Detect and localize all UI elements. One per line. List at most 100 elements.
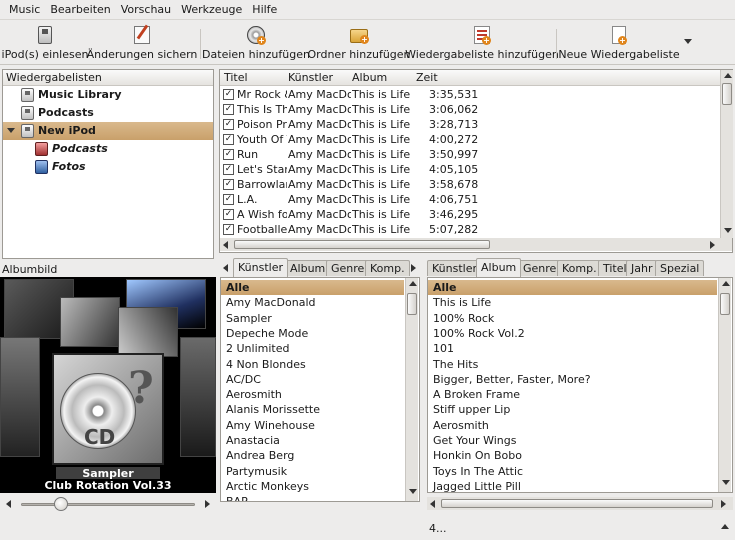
table-row[interactable]: ✓Mr Rock & RollAmy MacDonaldThis is Life… xyxy=(220,87,717,102)
tab-filter2-6[interactable]: Spezial xyxy=(655,260,705,276)
table-row[interactable]: ✓Youth Of TodayAmy MacDonaldThis is Life… xyxy=(220,132,717,147)
tab-filter2-3[interactable]: Komp. xyxy=(557,260,602,276)
scroll-thumb[interactable] xyxy=(720,293,730,315)
list-item[interactable]: Bigger, Better, Faster, More? xyxy=(428,372,717,387)
cover-prev-icon[interactable] xyxy=(6,500,11,508)
list-item[interactable]: Stiff upper Lip xyxy=(428,402,717,417)
playlist-item-fotos[interactable]: Fotos xyxy=(3,158,213,176)
tab-filter2-2[interactable]: Genre xyxy=(518,260,562,276)
filter1-vscrollbar[interactable] xyxy=(405,278,418,501)
list-item[interactable]: Partymusik xyxy=(221,464,404,479)
list-item[interactable]: A Broken Frame xyxy=(428,387,717,402)
scroll-right-icon[interactable] xyxy=(710,241,715,249)
track-checkbox[interactable]: ✓ xyxy=(223,89,234,100)
track-checkbox[interactable]: ✓ xyxy=(223,134,234,145)
track-hscrollbar[interactable] xyxy=(220,238,732,251)
track-checkbox[interactable]: ✓ xyxy=(223,194,234,205)
list-item[interactable]: This is Life xyxy=(428,295,717,310)
list-item[interactable]: Jagged Little Pill xyxy=(428,479,717,492)
table-row[interactable]: ✓Footballer's WifeAmy MacDonaldThis is L… xyxy=(220,222,717,237)
toolbar-overflow-arrow-icon[interactable] xyxy=(684,39,692,44)
playlist-item-music-library[interactable]: Music Library xyxy=(3,86,213,104)
track-checkbox[interactable]: ✓ xyxy=(223,119,234,130)
column-title[interactable]: Titel xyxy=(224,70,248,85)
scroll-left-icon[interactable] xyxy=(223,241,228,249)
list-item[interactable]: Amy Winehouse xyxy=(221,418,404,433)
scroll-thumb[interactable] xyxy=(722,83,732,105)
tab-filter1-3[interactable]: Komp. xyxy=(365,260,410,276)
status-expand-icon[interactable] xyxy=(721,524,729,529)
tab-filter2-5[interactable]: Jahr xyxy=(626,260,658,276)
save-changes-button[interactable]: Änderungen sichern xyxy=(87,23,197,63)
table-row[interactable]: ✓Let's Start A BandAmy MacDonaldThis is … xyxy=(220,162,717,177)
list-item[interactable]: Arctic Monkeys xyxy=(221,479,404,494)
list-item[interactable]: 101 xyxy=(428,341,717,356)
scroll-thumb[interactable] xyxy=(407,293,417,315)
expander-down-icon[interactable] xyxy=(7,128,15,133)
list-item[interactable]: Toys In The Attic xyxy=(428,464,717,479)
list-item[interactable]: Anastacia xyxy=(221,433,404,448)
table-row[interactable]: ✓This Is The LifeAmy MacDonaldThis is Li… xyxy=(220,102,717,117)
tab-filter2-0[interactable]: Künstler xyxy=(427,260,482,276)
table-row[interactable]: ✓Poison PrinceAmy MacDonaldThis is Life 3… xyxy=(220,117,717,132)
playlist-item-ipod-podcasts[interactable]: Podcasts xyxy=(3,140,213,158)
track-checkbox[interactable]: ✓ xyxy=(223,149,234,160)
list-item[interactable]: Andrea Berg xyxy=(221,448,404,463)
list-item[interactable]: 2 Unlimited xyxy=(221,341,404,356)
scroll-thumb[interactable] xyxy=(234,240,490,249)
scroll-down-icon[interactable] xyxy=(724,228,732,233)
table-row[interactable]: ✓Run Amy MacDonaldThis is Life 3:50,997 xyxy=(220,147,717,162)
scroll-up-icon[interactable] xyxy=(722,281,730,286)
list-item[interactable]: Depeche Mode xyxy=(221,326,404,341)
list-item[interactable]: The Hits xyxy=(428,357,717,372)
list-item[interactable]: Honkin On Bobo xyxy=(428,448,717,463)
track-checkbox[interactable]: ✓ xyxy=(223,104,234,115)
list-item[interactable]: Get Your Wings xyxy=(428,433,717,448)
filter2-vscrollbar[interactable] xyxy=(718,278,731,492)
menu-hilfe[interactable]: Hilfe xyxy=(247,3,282,16)
tab-filter1-2[interactable]: Genre xyxy=(326,260,370,276)
scroll-down-icon[interactable] xyxy=(409,489,417,494)
table-row[interactable]: ✓A Wish for Something MoreAmy MacDonaldT… xyxy=(220,207,717,222)
column-album[interactable]: Album xyxy=(352,70,387,85)
new-playlist-button[interactable]: + Neue Wiedergabeliste xyxy=(558,23,680,63)
playlist-header[interactable]: Wiedergabelisten xyxy=(3,70,213,86)
track-vscrollbar[interactable] xyxy=(720,70,733,238)
cover-slider-track[interactable] xyxy=(21,503,195,506)
add-folder-button[interactable]: + Ordner hinzufügen xyxy=(307,23,411,63)
list-item[interactable]: Alle xyxy=(221,280,404,295)
ipod-read-button[interactable]: iPod(s) einlesen xyxy=(2,23,88,63)
list-item[interactable]: Amy MacDonald xyxy=(221,295,404,310)
track-checkbox[interactable]: ✓ xyxy=(223,179,234,190)
track-checkbox[interactable]: ✓ xyxy=(223,209,234,220)
list-item[interactable]: AC/DC xyxy=(221,372,404,387)
list-item[interactable]: 4 Non Blondes xyxy=(221,357,404,372)
list-item[interactable]: Alanis Morissette xyxy=(221,402,404,417)
add-playlist-button[interactable]: + Wiedergabeliste hinzufügen xyxy=(405,23,559,63)
playlist-item-podcasts[interactable]: Podcasts xyxy=(3,104,213,122)
column-time[interactable]: Zeit xyxy=(416,70,438,85)
tabs-scroll-right-icon[interactable] xyxy=(411,264,416,272)
menu-music[interactable]: Music xyxy=(4,3,45,16)
scroll-thumb[interactable] xyxy=(441,499,713,508)
cover-art[interactable]: ? CD Sampler Club Rotation Vol.33 xyxy=(0,277,216,493)
menu-werkzeuge[interactable]: Werkzeuge xyxy=(176,3,247,16)
cover-slider-knob[interactable] xyxy=(54,497,68,511)
list-item[interactable]: BAP xyxy=(221,494,404,501)
list-item[interactable]: Aerosmith xyxy=(428,418,717,433)
playlist-item-new-ipod[interactable]: New iPod xyxy=(3,122,213,140)
scroll-left-icon[interactable] xyxy=(430,500,435,508)
add-files-button[interactable]: + Dateien hinzufügen xyxy=(202,23,310,63)
filter2-hscrollbar[interactable] xyxy=(427,497,733,510)
track-checkbox[interactable]: ✓ xyxy=(223,164,234,175)
tab-filter1-1[interactable]: Album xyxy=(285,260,331,276)
menu-vorschau[interactable]: Vorschau xyxy=(116,3,176,16)
column-artist[interactable]: Künstler xyxy=(288,70,333,85)
scroll-up-icon[interactable] xyxy=(409,281,417,286)
tab-filter2-1[interactable]: Album xyxy=(476,258,522,277)
list-item[interactable]: Sampler xyxy=(221,311,404,326)
cover-next-icon[interactable] xyxy=(205,500,210,508)
table-row[interactable]: ✓L.A. Amy MacDonaldThis is Life 4:06,751 xyxy=(220,192,717,207)
table-row[interactable]: ✓Barrowland BallroomAmy MacDonaldThis is… xyxy=(220,177,717,192)
list-item[interactable]: Aerosmith xyxy=(221,387,404,402)
